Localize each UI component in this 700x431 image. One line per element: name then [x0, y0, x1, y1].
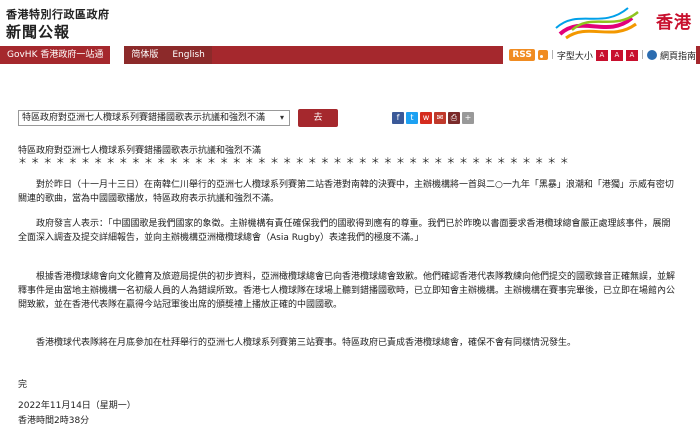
rss-icon[interactable]	[537, 50, 548, 60]
article-paragraph-2: 政府發言人表示：「中國國歌是我們國家的象徵。主辦機構有責任確保我們的國歌得到應有…	[18, 219, 671, 244]
go-button[interactable]: 去	[298, 109, 338, 127]
article-paragraph-3: 根據香港欖球總會向文化體育及旅遊局提供的初步資料，亞洲橄欖球總會已向香港欖球總會…	[18, 272, 676, 311]
release-selector-row: 特區政府對亞洲七人欖球系列賽錯播國歌表示抗議和強烈不滿 ▾ 去 f t w ✉ …	[0, 104, 700, 138]
brand-hong-kong-logo[interactable]: 香港	[552, 4, 692, 44]
twitter-icon[interactable]: t	[406, 112, 418, 124]
article-paragraph-4: 香港欖球代表隊將在月底參加在杜拜舉行的亞洲七人欖球系列賽第三站賽事。特區政府已責…	[36, 338, 577, 348]
chevron-down-icon: ▾	[279, 113, 284, 122]
web-guide-link[interactable]: 網頁指南	[660, 49, 696, 62]
tools-separator: |	[550, 50, 554, 60]
email-icon[interactable]: ✉	[434, 112, 446, 124]
facebook-icon[interactable]: f	[392, 112, 404, 124]
share-toolbar: f t w ✉ ⎙ +	[392, 112, 474, 124]
utility-tools: RSS | 字型大小 A A A | 網頁指南	[503, 45, 696, 65]
press-releases-title[interactable]: 新聞公報	[6, 21, 70, 42]
nav-divider	[110, 46, 125, 64]
nav-govhk[interactable]: GovHK 香港政府一站通	[0, 46, 110, 64]
weibo-icon[interactable]: w	[420, 112, 432, 124]
nav-english[interactable]: English	[165, 46, 212, 64]
font-size-medium-button[interactable]: A	[610, 49, 623, 61]
title-underline-stars: ＊＊＊＊＊＊＊＊＊＊＊＊＊＊＊＊＊＊＊＊＊＊＊＊＊＊＊＊＊＊＊＊＊＊＊＊＊＊＊＊…	[18, 157, 573, 167]
font-size-large-button[interactable]: A	[625, 49, 638, 61]
brand-text: 香港	[656, 13, 692, 33]
release-title-select-value: 特區政府對亞洲七人欖球系列賽錯播國歌表示抗議和強烈不滿	[22, 113, 266, 123]
font-size-label: 字型大小	[556, 51, 593, 62]
government-name[interactable]: 香港特別行政區政府	[6, 6, 110, 22]
site-header: 香港特別行政區政府 新聞公報 香港	[0, 0, 700, 46]
release-date: 2022年11月14日（星期一）	[18, 401, 136, 411]
rss-button[interactable]: RSS	[509, 49, 535, 61]
nav-simplified-chinese[interactable]: 简体版	[124, 46, 166, 64]
more-icon[interactable]: +	[462, 112, 474, 124]
article-paragraph-1: 對於昨日（十一月十三日）在南韓仁川舉行的亞洲七人欖球系列賽第二站香港對南韓的決賽…	[18, 180, 674, 205]
article-end-mark: 完	[18, 380, 28, 390]
release-title-select[interactable]: 特區政府對亞洲七人欖球系列賽錯播國歌表示抗議和強烈不滿 ▾	[18, 110, 290, 126]
release-time: 香港時間2時38分	[18, 416, 90, 426]
font-size-small-button[interactable]: A	[595, 49, 608, 61]
print-icon[interactable]: ⎙	[448, 112, 460, 124]
accessibility-icon[interactable]	[646, 50, 657, 60]
tools-separator: |	[640, 50, 644, 60]
